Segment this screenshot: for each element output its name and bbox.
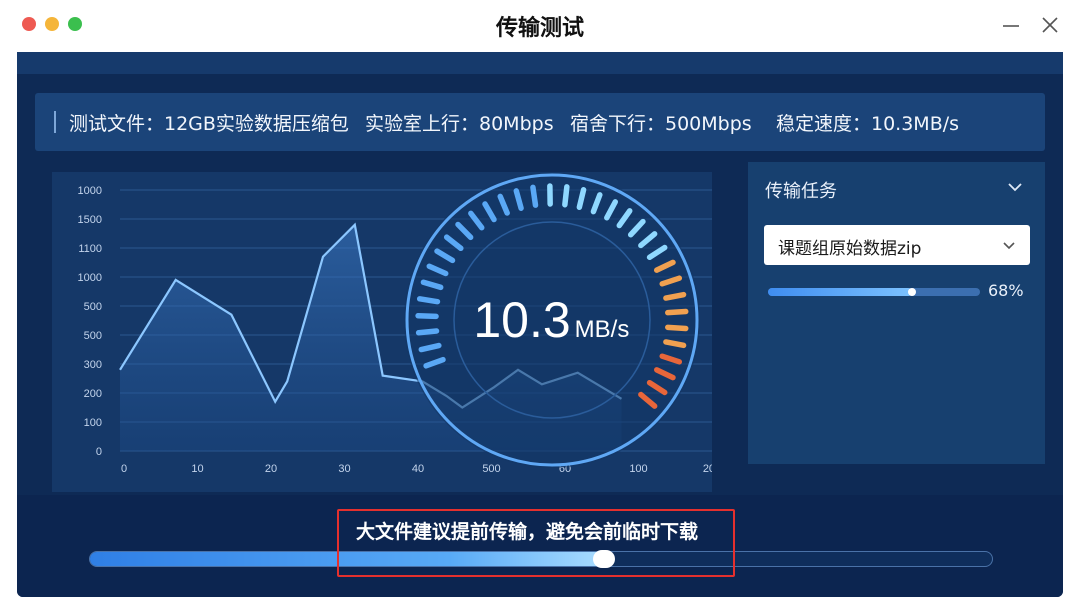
top-strip <box>17 52 1063 74</box>
chevron-down-icon <box>1003 242 1015 250</box>
highlight-box <box>337 509 735 577</box>
x-tick-label: 200 <box>703 463 712 475</box>
y-axis-labels: 0 100 200 300 500 500 1000 1100 1500 1000 <box>78 185 102 458</box>
y-tick-label: 500 <box>84 330 102 342</box>
gauge-tick <box>416 296 441 305</box>
gauge-tick <box>665 308 689 316</box>
gauge-value: 10.3 <box>473 292 570 348</box>
chevron-down-icon[interactable] <box>1004 176 1026 198</box>
task-progress-percent: 68% <box>988 281 1024 300</box>
window-titlebar: 传输测试 <box>0 0 1080 52</box>
task-panel-title: 传输任务 <box>765 181 837 202</box>
info-stable-speed: 稳定速度：10.3MB/s <box>776 113 960 135</box>
gauge-unit: MB/s <box>575 316 630 343</box>
info-downlink: 宿舍下行：500Mbps <box>570 113 752 135</box>
gauge-tick <box>418 342 442 353</box>
transfer-task-panel: 传输任务 课题组原始数据zip 68% <box>748 162 1045 464</box>
x-axis-labels: 01020304050060100200 <box>121 463 712 475</box>
task-progress-fill <box>768 288 913 296</box>
x-tick-label: 500 <box>482 463 500 475</box>
gauge-tick <box>415 328 440 336</box>
x-tick-label: 30 <box>338 463 350 475</box>
file-select[interactable]: 课题组原始数据zip <box>764 225 1030 265</box>
x-tick-label: 40 <box>412 463 424 475</box>
gauge-tick <box>665 324 689 332</box>
task-progress-bar <box>768 288 980 296</box>
y-tick-label: 200 <box>84 388 102 400</box>
minimize-icon[interactable] <box>998 12 1024 38</box>
info-bar-marker <box>54 111 56 133</box>
y-tick-label: 1000 <box>78 185 102 197</box>
gauge-tick <box>562 184 570 208</box>
gauge-tick <box>530 184 539 208</box>
y-tick-label: 1000 <box>78 272 102 284</box>
x-tick-label: 0 <box>121 463 127 475</box>
y-tick-label: 1100 <box>78 243 102 255</box>
x-tick-label: 100 <box>629 463 647 475</box>
x-tick-label: 10 <box>191 463 203 475</box>
gauge-tick <box>663 291 687 301</box>
y-tick-label: 100 <box>84 417 102 429</box>
x-tick-label: 20 <box>265 463 277 475</box>
app-content: 测试文件：12GB实验数据压缩包 实验室上行：80Mbps 宿舍下行：500Mb… <box>17 52 1063 597</box>
speed-chart: 0 100 200 300 500 500 1000 1100 1500 1000 0 10 20 30… <box>78 172 712 475</box>
y-tick-label: 500 <box>84 301 102 313</box>
info-test-file: 测试文件：12GB实验数据压缩包 <box>69 113 349 135</box>
y-tick-label: 0 <box>96 446 102 458</box>
speed-gauge: 10.3 MB/s <box>404 172 700 468</box>
gauge-tick <box>663 339 687 349</box>
task-progress-knob[interactable] <box>908 288 917 296</box>
y-tick-label: 1500 <box>78 214 102 226</box>
info-bar: 测试文件：12GB实验数据压缩包 实验室上行：80Mbps 宿舍下行：500Mb… <box>35 93 1045 151</box>
close-icon[interactable] <box>1037 12 1063 38</box>
gauge-tick <box>415 312 439 320</box>
file-select-value: 课题组原始数据zip <box>778 239 922 259</box>
y-tick-label: 300 <box>84 359 102 371</box>
window-title: 传输测试 <box>495 16 584 41</box>
info-uplink: 实验室上行：80Mbps <box>365 113 554 135</box>
